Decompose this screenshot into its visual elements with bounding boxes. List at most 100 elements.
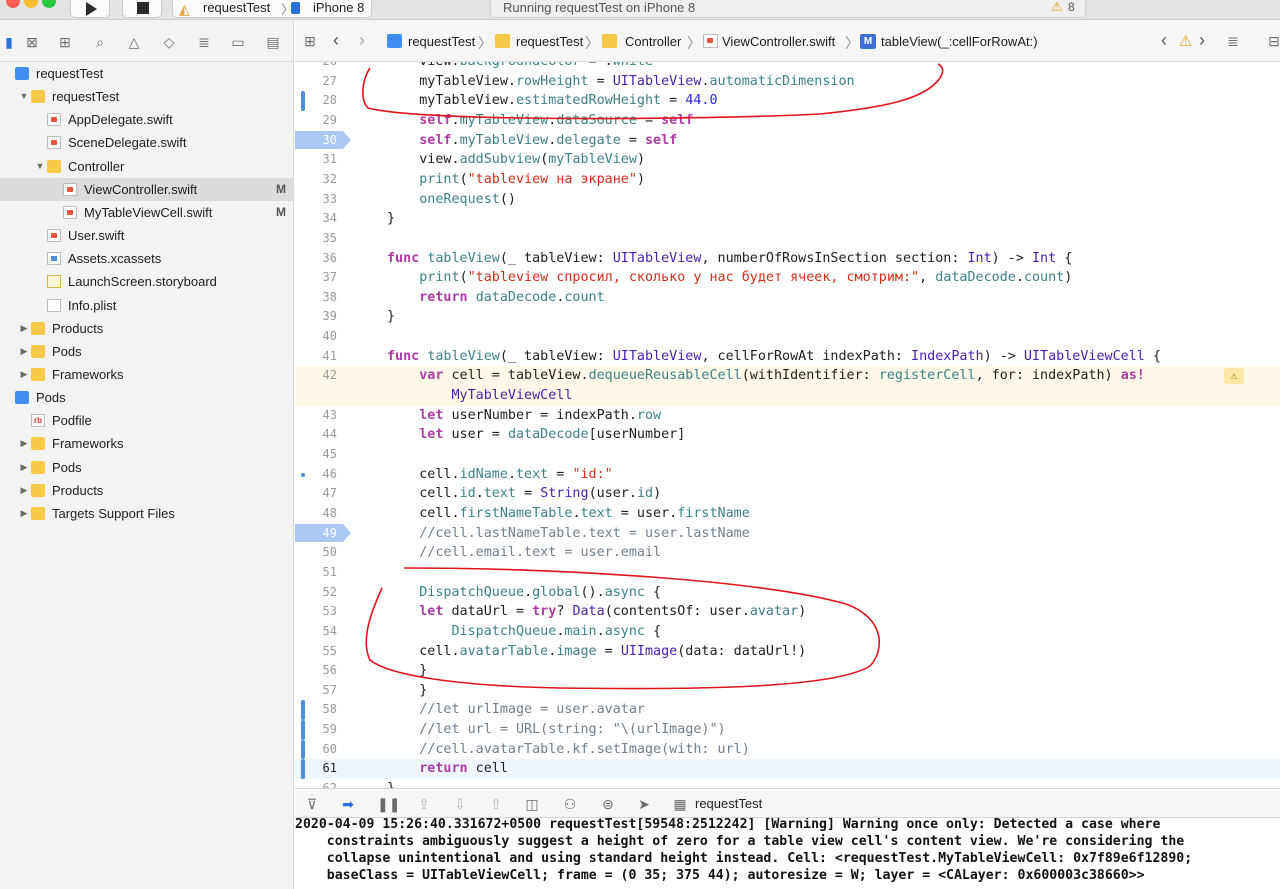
code-line[interactable]: 58 //let urlImage = user.avatar (295, 700, 1280, 721)
code-line[interactable]: 29 self.myTableView.dataSource = self (295, 111, 1280, 131)
code-line[interactable]: 43 let userNumber = indexPath.row (295, 406, 1280, 426)
disclosure-open-icon[interactable]: ▼ (34, 155, 46, 178)
memory-graph-icon[interactable]: ⚇ (561, 795, 579, 813)
code-line[interactable]: 34} (295, 209, 1280, 229)
navigator-item[interactable]: Pods (0, 386, 294, 409)
code-line[interactable]: 41 func tableView(_ tableView: UITableVie… (295, 347, 1280, 367)
navigator-item[interactable]: AppDelegate.swift (0, 108, 294, 131)
code-line[interactable]: 53 let dataUrl = try? Data(contentsOf: u… (295, 602, 1280, 622)
next-issue-icon[interactable]: › (1199, 30, 1205, 51)
code-line[interactable]: 27 myTableView.rowHeight = UITableView.a… (295, 72, 1280, 92)
code-line[interactable]: 56 } (295, 661, 1280, 681)
navigator-item[interactable]: ▼ requestTest (0, 85, 294, 108)
navigator-item[interactable]: ▶ Pods (0, 456, 294, 479)
minimize-window-button[interactable] (24, 0, 38, 8)
project-navigator-icon[interactable]: ▮ (0, 33, 18, 51)
breakpoint-marker[interactable]: 49 (295, 523, 351, 542)
change-indicator[interactable] (301, 700, 305, 721)
navigator-item[interactable]: User.swift (0, 224, 294, 247)
code-line[interactable]: 52 DispatchQueue.global().async { (295, 583, 1280, 603)
step-over-icon[interactable]: ⇪ (415, 795, 433, 813)
disclosure-closed-icon[interactable]: ▶ (18, 432, 30, 455)
warning-icon[interactable]: ⚠ (1224, 368, 1244, 385)
step-into-icon[interactable]: ⇩ (451, 795, 469, 813)
navigator-item[interactable]: ▶ Targets Support Files (0, 502, 294, 525)
code-line[interactable]: 54 DispatchQueue.main.async { (295, 622, 1280, 642)
code-line[interactable]: 28 myTableView.estimatedRowHeight = 44.0 (295, 91, 1280, 111)
breadcrumb-method[interactable]: tableView(_:cellForRowAt:) (881, 34, 1038, 49)
change-indicator[interactable] (301, 759, 305, 780)
disclosure-closed-icon[interactable]: ▶ (18, 502, 30, 525)
source-control-icon[interactable]: ⊠ (23, 33, 41, 51)
code-line[interactable]: 55 cell.avatarTable.image = UIImage(data… (295, 642, 1280, 662)
related-items-icon[interactable]: ⊞ (301, 32, 319, 50)
forward-arrow-icon[interactable]: › (359, 30, 365, 51)
code-line[interactable]: 33 oneRequest() (295, 190, 1280, 210)
issue-warning-icon[interactable]: ⚠ (1179, 32, 1192, 50)
report-navigator-icon[interactable]: ▤ (264, 33, 282, 51)
navigator-item[interactable]: ▼ Controller (0, 155, 294, 178)
navigator-item[interactable]: rb Podfile (0, 409, 294, 432)
debug-navigator-icon[interactable]: ≣ (195, 33, 213, 51)
disclosure-closed-icon[interactable]: ▶ (18, 340, 30, 363)
code-line[interactable]: 61 return cell (295, 759, 1280, 780)
code-line[interactable]: 39} (295, 307, 1280, 327)
issue-navigator-icon[interactable]: △ (125, 33, 143, 51)
add-editor-icon[interactable]: ⊟ (1265, 32, 1280, 50)
disclosure-closed-icon[interactable]: ▶ (18, 479, 30, 502)
code-line[interactable]: 35 (295, 229, 1280, 249)
console-output[interactable]: 2020-04-09 15:26:40.331672+0500 requestT… (295, 818, 1280, 889)
disclosure-open-icon[interactable]: ▼ (18, 85, 30, 108)
code-line[interactable]: 38 return dataDecode.count (295, 288, 1280, 308)
find-icon[interactable]: ⌕ (91, 33, 109, 51)
code-line[interactable]: 51 (295, 563, 1280, 583)
pause-icon[interactable]: ❚❚ (377, 795, 400, 813)
breakpoint-marker[interactable]: 30 (295, 130, 351, 149)
stop-button[interactable] (122, 0, 162, 18)
code-line[interactable]: 40 (295, 327, 1280, 347)
run-button[interactable] (70, 0, 110, 18)
code-line[interactable]: 32 print("tableview на экране") (295, 170, 1280, 190)
breakpoint-navigator-icon[interactable]: ▭ (229, 33, 247, 51)
thread-icon[interactable]: ▦ (671, 795, 689, 813)
code-line[interactable]: MyTableViewCell (295, 386, 1280, 406)
code-line[interactable]: 47 cell.id.text = String(user.id) (295, 484, 1280, 504)
change-indicator[interactable] (301, 720, 305, 740)
navigator-item[interactable]: SceneDelegate.swift (0, 131, 294, 154)
disclosure-closed-icon[interactable]: ▶ (18, 363, 30, 386)
breadcrumb-controller[interactable]: Controller (625, 34, 681, 49)
scheme-selector[interactable]: ◭ requestTest 〉 iPhone 8 (172, 0, 372, 18)
navigator-item[interactable]: ViewController.swift M (0, 177, 294, 201)
navigator-item[interactable]: ▶ Products (0, 317, 294, 340)
code-line[interactable]: 48 cell.firstNameTable.text = user.first… (295, 504, 1280, 524)
warning-icon[interactable]: ⚠ (1051, 0, 1063, 15)
close-window-button[interactable] (6, 0, 20, 8)
adjust-editor-icon[interactable]: ≣ (1224, 32, 1242, 50)
code-line[interactable]: 60 //cell.avatarTable.kf.setImage(with: … (295, 739, 1280, 760)
code-line[interactable]: 45 (295, 445, 1280, 465)
navigator-item[interactable]: ▶ Frameworks (0, 363, 294, 386)
code-line[interactable]: 50 //cell.email.text = user.email (295, 543, 1280, 563)
breadcrumb-group[interactable]: requestTest (516, 34, 583, 49)
test-navigator-icon[interactable]: ◇ (160, 33, 178, 51)
navigator-item[interactable]: MyTableViewCell.swift M (0, 201, 294, 224)
navigator-item[interactable]: Info.plist (0, 294, 294, 317)
zoom-window-button[interactable] (42, 0, 56, 8)
code-line[interactable]: 42 var cell = tableView.dequeueReusableC… (295, 366, 1280, 387)
code-line[interactable]: 26 view.backgroundColor = .white (295, 62, 1280, 72)
code-line[interactable]: 44 let user = dataDecode[userNumber] (295, 425, 1280, 445)
breadcrumb-project[interactable]: requestTest (408, 34, 475, 49)
source-editor[interactable]: 26 view.backgroundColor = .white27 myTab… (295, 62, 1280, 788)
change-indicator[interactable] (301, 91, 305, 111)
navigator-item[interactable]: requestTest (0, 62, 294, 85)
code-line[interactable]: 36 func tableView(_ tableView: UITableVie… (295, 249, 1280, 269)
breadcrumb-file[interactable]: ViewController.swift (722, 34, 835, 49)
code-line[interactable]: 49 //cell.lastNameTable.text = user.last… (295, 523, 1280, 544)
code-line[interactable]: 57 } (295, 681, 1280, 701)
disclosure-closed-icon[interactable]: ▶ (18, 456, 30, 479)
navigator-item[interactable]: ▶ Pods (0, 340, 294, 363)
code-line[interactable]: 31 view.addSubview(myTableView) (295, 150, 1280, 170)
navigator-item[interactable]: ▶ Products (0, 479, 294, 502)
navigator-item[interactable]: LaunchScreen.storyboard (0, 270, 294, 293)
code-line[interactable]: 37 print("tableview спросил, сколько у н… (295, 268, 1280, 288)
